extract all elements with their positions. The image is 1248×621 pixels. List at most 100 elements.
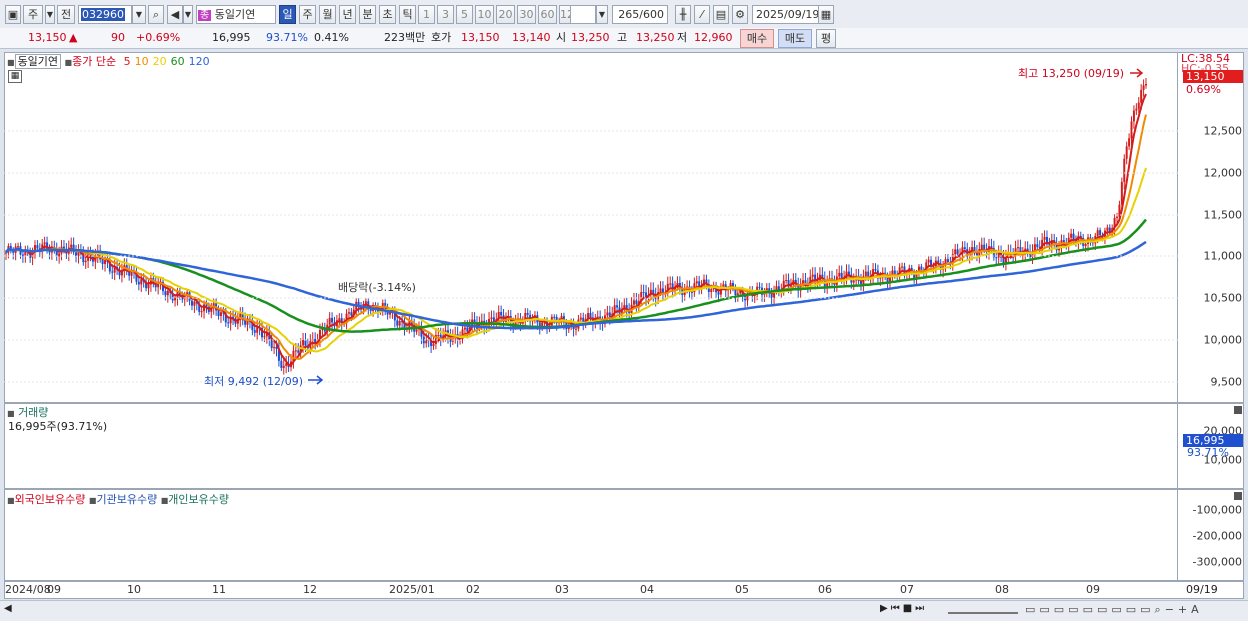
candle-body (811, 274, 814, 277)
candle-body (1145, 84, 1147, 86)
candle-body (575, 328, 577, 330)
playback-controls[interactable]: ▶⏮■⏭ (880, 603, 940, 617)
high-arrow (1130, 68, 1144, 78)
candle-body (270, 339, 273, 349)
candle-body (328, 317, 331, 325)
candle-body (608, 312, 611, 318)
candle-body (785, 279, 788, 281)
close-panel-icon[interactable] (1234, 406, 1242, 414)
x-axis-label: 06 (818, 583, 832, 596)
candle-body (166, 290, 169, 296)
candle-body (1125, 146, 1128, 159)
candle-body (553, 316, 556, 318)
holdings-legend: ■외국인보유수량 ■기관보유수량 ■개인보유수량 (7, 493, 229, 506)
price-tick: 11,500 (1203, 208, 1243, 222)
candle-body (164, 291, 167, 296)
x-axis-label: 2025/01 (389, 583, 435, 596)
candle-body (17, 246, 20, 248)
candle-body (58, 253, 61, 257)
candle-body (190, 300, 193, 306)
candle-body (852, 280, 855, 283)
candle-body (1036, 244, 1039, 248)
candle-body (864, 271, 867, 277)
candle-body (36, 245, 39, 249)
candle-body (282, 365, 285, 368)
table-view-icon[interactable]: ▦ (8, 70, 22, 83)
candle-body (263, 336, 266, 338)
candle-body (695, 281, 698, 284)
candle-body (70, 244, 73, 248)
ma-period-label: 120 (188, 55, 210, 68)
candle-body (21, 254, 24, 256)
candle-body (437, 334, 440, 336)
candle-body (736, 293, 739, 295)
candle-body (1140, 89, 1143, 103)
volume-info: 16,995주(93.71%) (8, 420, 108, 433)
candle-body (280, 360, 283, 368)
candle-body (867, 271, 870, 277)
x-axis-label: 09 (47, 583, 61, 596)
candle-body (219, 312, 222, 316)
candle-body (174, 298, 177, 301)
low-note: 최저 9,492 (12/09) (204, 375, 304, 388)
zoom-slider[interactable] (948, 606, 1018, 614)
price-tick: 10,000 (1203, 333, 1243, 347)
candle-body (632, 300, 635, 305)
scrollbar-track[interactable] (20, 605, 875, 615)
candle-body (347, 312, 350, 314)
candle-body (635, 300, 638, 305)
price-legend: ■ 동일기연 ■종가 단순 5 10 20 60 120 (7, 54, 210, 69)
candle-body (717, 292, 720, 295)
candle-body (297, 350, 300, 353)
candle-body (302, 340, 305, 346)
x-axis-label: 07 (900, 583, 914, 596)
candle-body (227, 322, 230, 324)
candle-body (331, 317, 334, 323)
x-axis-label: 12 (303, 583, 317, 596)
candle-body (963, 247, 966, 250)
x-axis-label: 02 (466, 583, 480, 596)
candle-body (294, 350, 297, 352)
candle-body (104, 259, 107, 265)
x-axis-label: 05 (735, 583, 749, 596)
candle-body (466, 327, 469, 332)
candle-body (396, 320, 399, 326)
candle-body (1116, 216, 1119, 219)
candle-body (838, 272, 841, 277)
candle-body (840, 272, 843, 279)
candle-body (616, 305, 619, 308)
candle-body (1135, 108, 1138, 111)
candle-body (1142, 85, 1145, 90)
ma-period-label: 60 (170, 55, 185, 68)
candle-body (43, 242, 46, 245)
candle-body (253, 330, 256, 333)
candle-body (927, 259, 930, 263)
scroll-left-icon[interactable]: ◀ (4, 603, 18, 617)
candle-body (589, 313, 592, 318)
holdings-tick: -200,000 (1192, 529, 1242, 543)
high-note: 최고 13,250 (09/19) (1018, 67, 1125, 80)
chart-stock-title: 동일기연 (14, 54, 62, 69)
x-axis-label: 04 (640, 583, 654, 596)
close-panel-icon[interactable] (1234, 492, 1242, 500)
candle-body (1106, 227, 1109, 231)
candle-body (500, 311, 503, 316)
candle-body (111, 271, 114, 273)
chart-tools-icons[interactable]: ▭▭▭▭▭▭▭▭▭⌕−+A (1025, 603, 1245, 617)
candle-body (75, 252, 78, 257)
x-axis-label: 09 (1086, 583, 1100, 596)
candle-body (901, 266, 904, 268)
ma-period-label: 5 (123, 55, 131, 68)
candle-body (200, 311, 203, 313)
candle-body (273, 347, 276, 349)
candle-body (1084, 243, 1087, 246)
candle-body (1137, 102, 1140, 109)
candle-body (84, 260, 87, 263)
price-tick: 12,000 (1203, 166, 1243, 180)
price-tag: 13,150 (1183, 70, 1243, 83)
candle-body (246, 320, 249, 325)
volume-panel[interactable] (4, 403, 1178, 489)
candle-body (432, 344, 435, 346)
candle-body (526, 312, 529, 315)
candle-body (954, 249, 957, 255)
